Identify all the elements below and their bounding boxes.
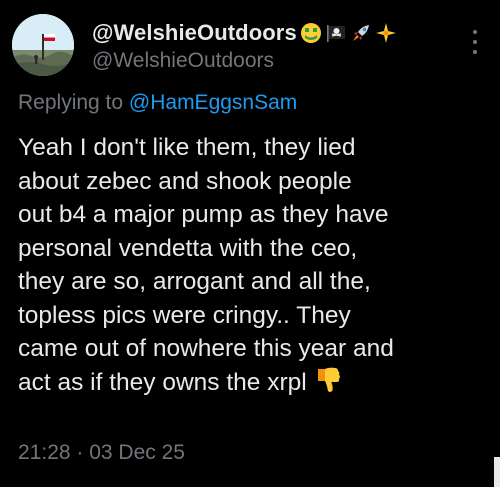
more-dot xyxy=(473,30,477,34)
money-mouth-face-icon xyxy=(300,22,322,44)
tweet-body-line: personal vendetta with the ceo, xyxy=(18,234,358,262)
replying-to-mention[interactable]: @HamEggsnSam xyxy=(129,91,297,114)
name-row: @WelshieOutdoors xyxy=(92,18,397,48)
more-dot xyxy=(473,40,477,44)
tweet-body: Yeah I don't like them, they lied about … xyxy=(18,131,488,403)
timestamp[interactable]: 21:28 · 03 Dec 25 xyxy=(18,441,185,465)
tweet-body-line: they are so, arrogant and all the, xyxy=(18,268,371,295)
more-dot xyxy=(473,50,477,54)
avatar[interactable] xyxy=(12,14,74,76)
pirate-flag-icon xyxy=(325,22,347,44)
user-handle[interactable]: @WelshieOutdoors xyxy=(92,49,274,73)
more-options-icon[interactable] xyxy=(472,30,478,54)
tweet-body-line: topless pics were cringy.. They xyxy=(18,301,351,329)
thumbs-down-icon xyxy=(315,366,341,404)
scrollbar[interactable] xyxy=(494,457,500,487)
tweet-body-line-text: act as if they owns the xrpl xyxy=(18,368,307,396)
rocket-icon xyxy=(350,22,372,44)
tweet-body-line: about zebec and shook people xyxy=(18,167,352,195)
tweet-body-line: Yeah I don't like them, they lied xyxy=(18,134,356,161)
tweet-body-line-last: act as if they owns the xrpl xyxy=(18,366,488,404)
replying-to: Replying to @HamEggsnSam xyxy=(18,91,297,115)
tweet-body-line: came out of nowhere this year and xyxy=(18,335,394,362)
sparkle-icon xyxy=(375,22,397,44)
tweet: @WelshieOutdoors @WelshieOutdoors Replyi… xyxy=(0,0,500,487)
display-name[interactable]: @WelshieOutdoors xyxy=(92,20,297,46)
replying-prefix: Replying to xyxy=(18,91,124,114)
tweet-body-line: out b4 a major pump as they have xyxy=(18,201,389,228)
